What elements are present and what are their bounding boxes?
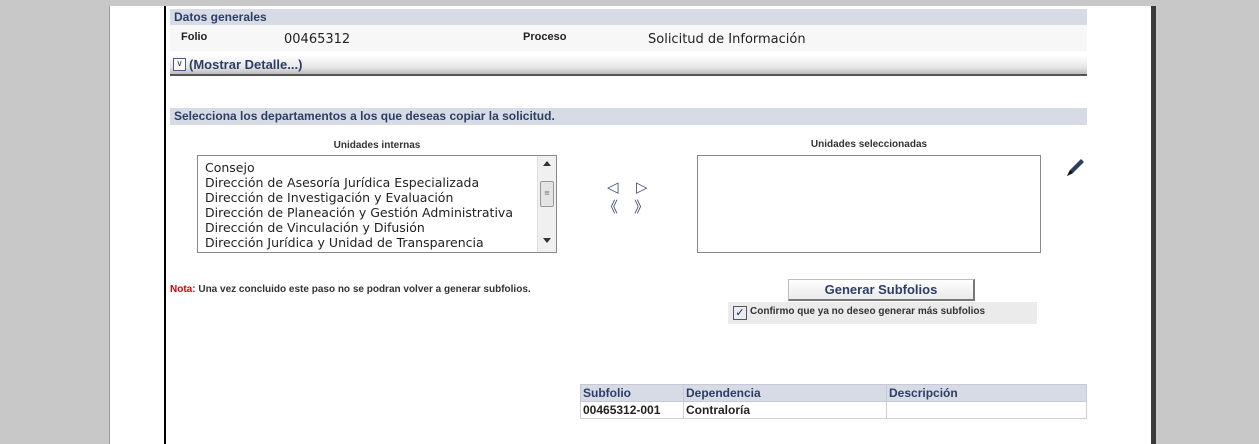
warning-note: Nota: Una vez concluido este paso no se … (170, 284, 570, 296)
list-item[interactable]: Dirección de Investigación y Evaluación (205, 190, 453, 205)
move-all-right-arrow-icon[interactable]: 》 (634, 199, 649, 215)
list-item[interactable]: Dirección de Vinculación y Difusión (205, 220, 425, 235)
table-header-row: Subfolio Dependencia Descripción (580, 384, 1087, 402)
confirm-label: Confirmo que ya no deseo generar más sub… (750, 306, 986, 317)
section-title: Datos generales (174, 10, 267, 24)
move-left-arrow-icon[interactable]: ◁ (607, 179, 619, 195)
proceso-value: Solicitud de Información (648, 32, 806, 47)
double-chevron-down-icon[interactable]: ∨ (173, 58, 186, 71)
section-title: Selecciona los departamentos a los que d… (174, 109, 555, 123)
folio-label: Folio (181, 31, 208, 43)
section-header-select: Selecciona los departamentos a los que d… (170, 108, 1087, 125)
pencil-icon[interactable] (1064, 156, 1086, 178)
table-cell: 00465312-001 (580, 401, 684, 419)
subfolio-table: Subfolio Dependencia Descripción 0046531… (580, 384, 1087, 419)
note-text: Una vez concluido este paso no se podran… (198, 284, 531, 295)
scroll-up-icon[interactable] (543, 161, 551, 166)
section-header-general: Datos generales (170, 9, 1087, 25)
selected-units-title: Unidades seleccionadas (810, 139, 928, 150)
scroll-thumb[interactable]: ≡ (540, 181, 554, 207)
column-header: Dependencia (683, 384, 887, 402)
listbox-scrollbar[interactable]: ≡ (537, 156, 556, 252)
show-detail-link[interactable]: (Mostrar Detalle...) (189, 57, 302, 72)
table-cell: Contraloría (683, 401, 887, 419)
content-left-border (164, 6, 166, 444)
detail-toggle-bar: ∨ (Mostrar Detalle...) (170, 56, 1087, 76)
list-item[interactable]: Dirección Jurídica y Unidad de Transpare… (205, 235, 484, 250)
move-all-left-arrow-icon[interactable]: 《 (603, 199, 618, 215)
confirm-row: ✓ Confirmo que ya no deseo generar más s… (728, 302, 1037, 324)
column-header: Subfolio (580, 384, 684, 402)
page-right-border (1151, 6, 1156, 444)
list-item[interactable]: Dirección de Asesoría Jurídica Especiali… (205, 175, 479, 190)
list-item[interactable]: Consejo (205, 160, 255, 175)
selected-units-listbox[interactable] (697, 155, 1041, 253)
table-row: 00465312-001 Contraloría (580, 401, 1087, 419)
scroll-down-icon[interactable] (543, 238, 551, 243)
table-cell (886, 401, 1087, 419)
list-item[interactable]: Dirección de Planeación y Gestión Admini… (205, 205, 513, 220)
proceso-label: Proceso (523, 31, 567, 43)
column-header: Descripción (886, 384, 1087, 402)
internal-units-listbox[interactable]: Consejo Dirección de Asesoría Jurídica E… (197, 155, 557, 253)
internal-units-title: Unidades internas (333, 140, 421, 151)
move-right-arrow-icon[interactable]: ▷ (636, 179, 648, 195)
generate-subfolios-button[interactable]: Generar Subfolios (788, 279, 975, 301)
note-label: Nota: (170, 284, 196, 295)
confirm-checkbox[interactable]: ✓ (733, 306, 747, 320)
folio-value: 00465312 (284, 32, 351, 47)
